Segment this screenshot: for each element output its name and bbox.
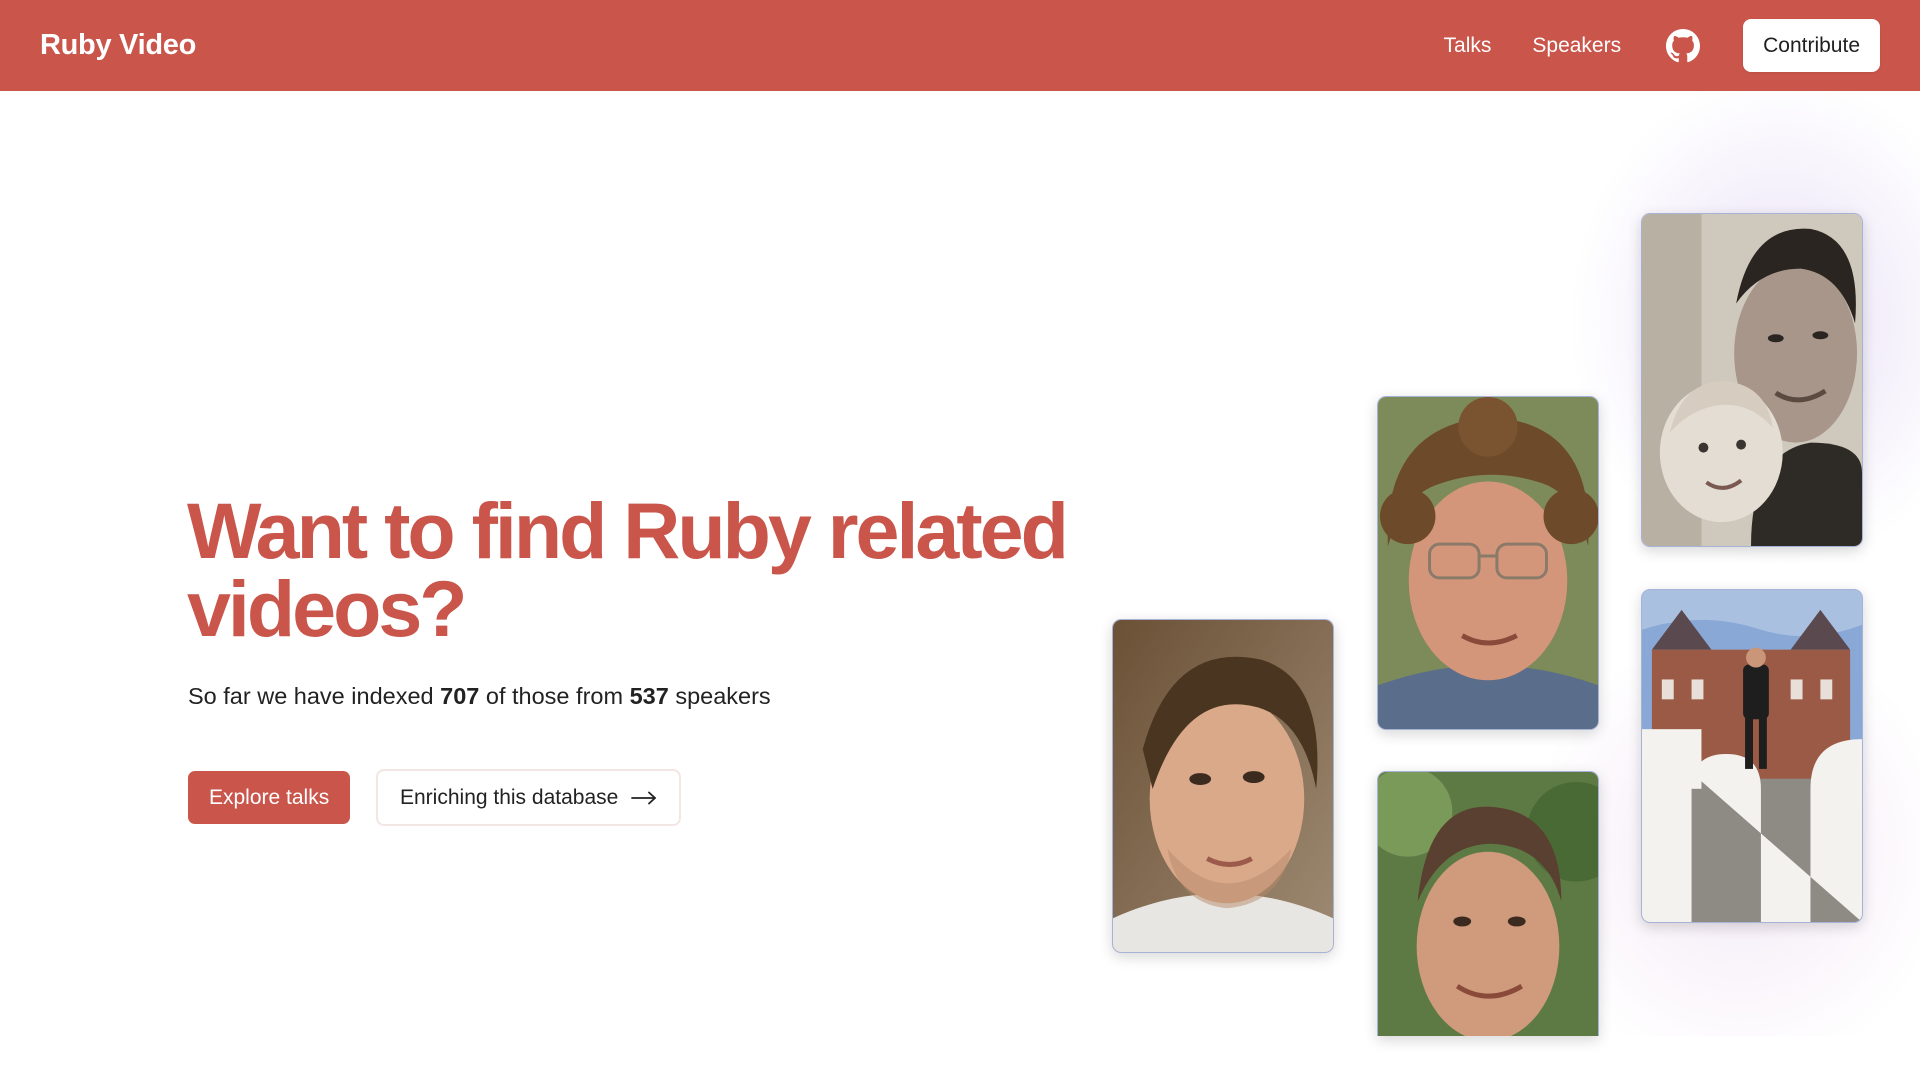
- arrow-right-icon: [631, 791, 657, 805]
- brand-logo[interactable]: Ruby Video: [40, 29, 196, 62]
- hero-subtitle: So far we have indexed 707 of those from…: [188, 683, 771, 710]
- hero-title: Want to find Ruby related videos?: [187, 486, 1069, 653]
- github-icon[interactable]: [1665, 28, 1701, 64]
- talk-count: 707: [440, 683, 480, 709]
- speaker-photo-young-man[interactable]: [1112, 619, 1334, 953]
- nav-menu: Talks Speakers Contribute: [1444, 19, 1880, 72]
- enriching-database-label: Enriching this database: [400, 785, 619, 809]
- speaker-photo-man-with-baby[interactable]: [1641, 213, 1863, 547]
- subtitle-middle: of those from: [485, 683, 624, 709]
- explore-talks-button[interactable]: Explore talks: [188, 771, 351, 824]
- subtitle-prefix: So far we have indexed: [188, 683, 434, 709]
- nav-link-speakers[interactable]: Speakers: [1532, 34, 1621, 58]
- speaker-photo-man-on-letter-sculpture[interactable]: [1641, 589, 1863, 923]
- speaker-photo-curly-hair-glasses[interactable]: [1377, 396, 1599, 730]
- top-navbar: Ruby Video Talks Speakers Contribute: [0, 0, 1920, 91]
- enriching-database-button[interactable]: Enriching this database: [376, 769, 682, 826]
- speaker-count: 537: [629, 683, 669, 709]
- contribute-button[interactable]: Contribute: [1743, 19, 1880, 72]
- speaker-photo-man-outdoors[interactable]: [1377, 771, 1599, 1036]
- subtitle-suffix: speakers: [675, 683, 771, 709]
- nav-link-talks[interactable]: Talks: [1444, 34, 1492, 58]
